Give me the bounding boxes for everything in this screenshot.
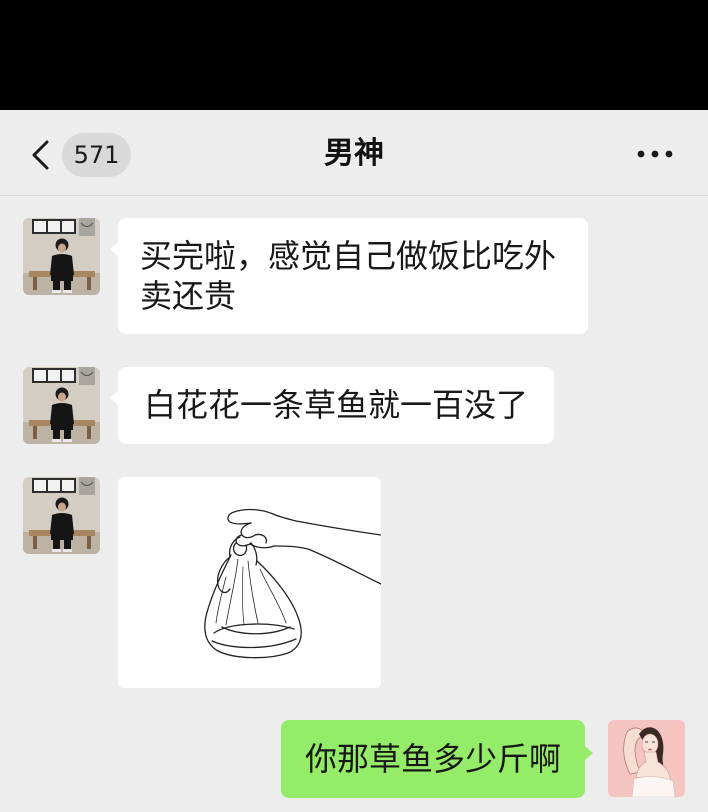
contact-photo (23, 218, 100, 295)
hand-holding-bag-sketch (204, 508, 381, 659)
incoming-message-bubble[interactable]: 买完啦，感觉自己做饭比吃外卖还贵 (110, 218, 588, 334)
image-message[interactable] (118, 477, 381, 688)
back-button[interactable]: 571 (0, 110, 140, 196)
contact-avatar[interactable] (23, 218, 100, 295)
contact-avatar[interactable] (23, 367, 100, 444)
incoming-message-bubble[interactable]: 白花花一条草鱼就一百没了 (109, 367, 555, 444)
message-text: 买完啦，感觉自己做饭比吃外卖还贵 (140, 237, 557, 315)
back-chevron-icon (32, 140, 49, 170)
my-avatar-illustration (608, 720, 685, 797)
contact-photo (23, 477, 100, 554)
more-button[interactable] (632, 140, 678, 168)
chat-title: 男神 (324, 136, 384, 171)
more-dots-icon (637, 150, 673, 158)
top-black-bar (0, 0, 708, 110)
unread-count-badge[interactable]: 571 (62, 133, 131, 177)
chat-header: 571 男神 (0, 110, 708, 196)
message-text: 你那草鱼多少斤啊 (304, 740, 561, 778)
contact-avatar[interactable] (23, 477, 100, 554)
contact-photo (23, 367, 100, 444)
message-text: 白花花一条草鱼就一百没了 (144, 386, 529, 424)
my-avatar[interactable] (608, 720, 685, 797)
outgoing-message-bubble[interactable]: 你那草鱼多少斤啊 (280, 720, 594, 798)
